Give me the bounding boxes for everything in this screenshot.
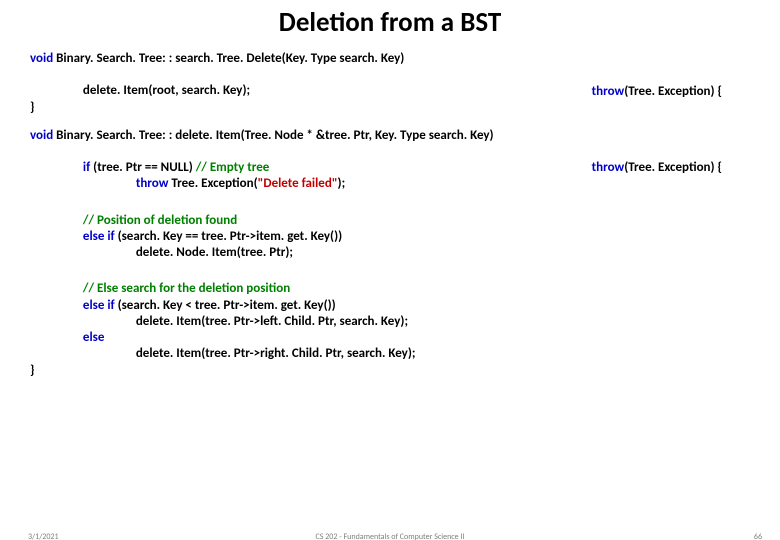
keyword-void: void [30, 128, 56, 143]
indent [30, 245, 136, 260]
comment: // Empty tree [196, 160, 270, 175]
cond: (tree. Ptr == NULL) [93, 160, 196, 175]
code-line: else if (search. Key < tree. Ptr->item. … [30, 298, 752, 314]
stmt: delete. Item(root, search. Key); [83, 83, 250, 98]
code-line: throw(Tree. Exception) { [30, 144, 752, 160]
cond: (search. Key == tree. Ptr->item. get. Ke… [118, 229, 343, 244]
indent [30, 298, 83, 313]
indent [30, 346, 136, 361]
spacer [30, 193, 752, 213]
keyword-if: if [83, 160, 93, 175]
code-line: delete. Item(tree. Ptr->right. Child. Pt… [30, 346, 752, 362]
string-literal: "Delete failed" [258, 176, 338, 191]
slide-footer: 3/1/2021 CS 202 - Fundamentals of Comput… [0, 532, 780, 540]
stmt: Tree. Exception( [168, 176, 257, 191]
keyword-throw: throw [592, 84, 625, 99]
throw-clause: throw(Tree. Exception) { [592, 84, 722, 100]
spacer [30, 116, 752, 128]
code-line: else [30, 330, 752, 346]
close-brace: } [30, 100, 752, 116]
cond: (search. Key < tree. Ptr->item. get. Key… [118, 298, 336, 313]
code-line: else if (search. Key == tree. Ptr->item.… [30, 229, 752, 245]
throw-type: (Tree. Exception) { [624, 84, 722, 99]
spacer [30, 261, 752, 281]
indent [30, 281, 83, 296]
stmt: delete. Node. Item(tree. Ptr); [136, 245, 293, 260]
footer-page-number: 66 [754, 532, 762, 540]
indent [30, 330, 83, 345]
indent [30, 314, 136, 329]
stmt: delete. Item(tree. Ptr->right. Child. Pt… [136, 346, 416, 361]
signature-text: Binary. Search. Tree: : search. Tree. De… [56, 51, 404, 66]
indent [30, 229, 83, 244]
comment: // Else search for the deletion position [83, 281, 290, 296]
footer-date: 3/1/2021 [28, 532, 59, 540]
keyword-elseif: else if [83, 298, 118, 313]
keyword-else: else [83, 330, 104, 345]
footer-center: CS 202 - Fundamentals of Computer Scienc… [0, 532, 780, 540]
stmt-end: ); [338, 176, 346, 191]
keyword-elseif: else if [83, 229, 118, 244]
keyword-throw: throw [136, 176, 169, 191]
throw-clause: throw(Tree. Exception) { [592, 160, 722, 176]
code-line: throw Tree. Exception("Delete failed"); [30, 176, 752, 192]
slide-title: Deletion from a BST [0, 6, 780, 39]
indent [30, 176, 136, 191]
code-line: // Position of deletion found [30, 213, 752, 229]
code-line: delete. Item(tree. Ptr->left. Child. Ptr… [30, 314, 752, 330]
code-line: void Binary. Search. Tree: : delete. Ite… [30, 128, 752, 144]
indent [30, 213, 83, 228]
close-brace: } [30, 363, 752, 379]
comment: // Position of deletion found [83, 213, 237, 228]
keyword-throw: throw [592, 160, 625, 175]
code-line: // Else search for the deletion position [30, 281, 752, 297]
stmt: delete. Item(tree. Ptr->left. Child. Ptr… [136, 314, 408, 329]
code-content: void Binary. Search. Tree: : search. Tre… [0, 51, 780, 379]
code-line: delete. Node. Item(tree. Ptr); [30, 245, 752, 261]
throw-type: (Tree. Exception) { [624, 160, 722, 175]
signature-text: Binary. Search. Tree: : delete. Item(Tre… [56, 128, 493, 143]
slide: Deletion from a BST void Binary. Search.… [0, 6, 780, 540]
keyword-void: void [30, 51, 56, 66]
code-line: throw(Tree. Exception) { [30, 67, 752, 83]
code-line: void Binary. Search. Tree: : search. Tre… [30, 51, 752, 67]
